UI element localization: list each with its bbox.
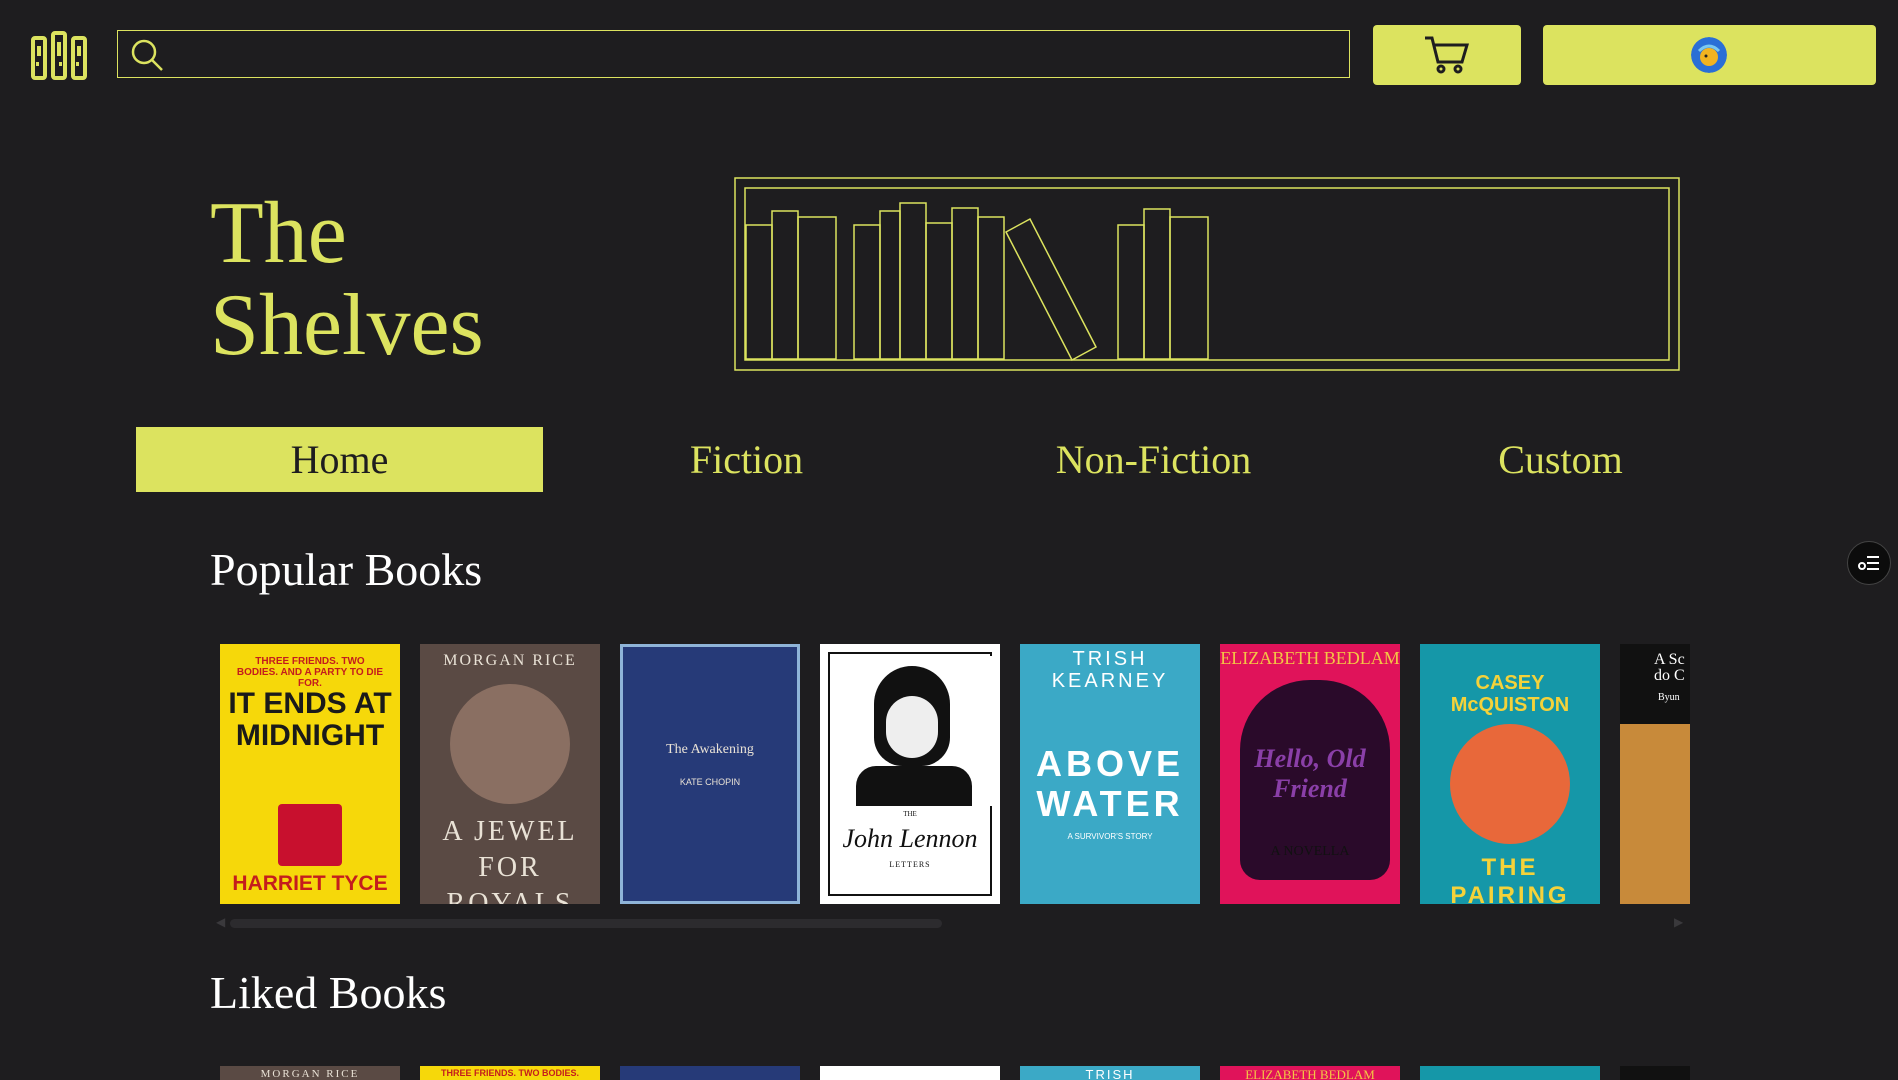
book-card[interactable]: THREE FRIENDS. TWO BODIES. <box>420 1066 600 1080</box>
cart-icon <box>1423 35 1471 75</box>
book-author: HARRIET TYCE <box>232 872 388 895</box>
book-card[interactable]: THREE FRIENDS. TWO BODIES. AND A PARTY T… <box>220 644 400 904</box>
book-card[interactable] <box>620 1066 800 1080</box>
tab-non-fiction[interactable]: Non-Fiction <box>950 427 1357 492</box>
book-card[interactable]: THE John Lennon LETTERS <box>820 644 1000 904</box>
book-author: Byun <box>1658 692 1680 703</box>
search-icon <box>129 37 165 73</box>
popular-books-row[interactable]: THREE FRIENDS. TWO BODIES. AND A PARTY T… <box>220 644 1690 904</box>
book-subtitle: A NOVELLA <box>1270 844 1350 859</box>
book-card[interactable]: ELIZABETH BEDLAM Hello, Old Friend A NOV… <box>1220 644 1400 904</box>
book-title: A JEWEL FOR ROYALS <box>442 816 578 904</box>
book-subtitle: A SURVIVOR'S STORY <box>1067 832 1153 841</box>
list-settings-icon <box>1858 554 1880 572</box>
cover-photo <box>836 656 992 806</box>
book-title: The Awakening <box>666 742 754 757</box>
scroll-left-icon[interactable]: ◀ <box>216 915 225 929</box>
book-author: TRISH KEARNEY <box>1051 648 1169 692</box>
bookshelf-illustration <box>734 177 1680 371</box>
liked-books-heading: Liked Books <box>210 967 447 1018</box>
cover-art <box>1620 724 1690 904</box>
book-card[interactable]: ELIZABETH BEDLAM <box>1220 1066 1400 1080</box>
tab-home[interactable]: Home <box>136 427 543 492</box>
site-title: The Shelves <box>210 185 484 374</box>
book-subtitle: LETTERS <box>889 860 931 869</box>
book-title: IT ENDS AT MIDNIGHT <box>228 687 392 752</box>
avatar <box>1691 37 1727 73</box>
book-card[interactable]: TRISH KEARNEY ABOVE WATER A SURVIVOR'S S… <box>1020 644 1200 904</box>
book-title: THE PAIRING <box>1450 854 1570 904</box>
floating-menu-button[interactable] <box>1847 541 1891 585</box>
profile-button[interactable] <box>1543 25 1876 85</box>
book-title: ABOVE WATER <box>1035 743 1185 824</box>
book-card[interactable]: MORGAN RICE A JEWEL FOR ROYALS <box>420 644 600 904</box>
cart-button[interactable] <box>1373 25 1521 85</box>
book-title: John Lennon <box>842 824 978 853</box>
search-bar[interactable] <box>117 30 1350 78</box>
book-card[interactable]: MORGAN RICE <box>220 1066 400 1080</box>
liked-books-row[interactable]: MORGAN RICE THREE FRIENDS. TWO BODIES. T… <box>220 1066 1690 1080</box>
book-card[interactable] <box>820 1066 1000 1080</box>
book-card[interactable] <box>1420 1066 1600 1080</box>
book-title: Hello, Old Friend <box>1254 744 1366 803</box>
book-tagline: THREE FRIENDS. TWO BODIES. AND A PARTY T… <box>236 656 384 689</box>
book-author: ELIZABETH BEDLAM <box>1220 648 1400 668</box>
book-card[interactable]: The Awakening KATE CHOPIN <box>620 644 800 904</box>
book-card[interactable]: CASEY McQUISTON THE PAIRING <box>1420 644 1600 904</box>
tab-custom[interactable]: Custom <box>1357 427 1764 492</box>
cover-face-image <box>450 684 570 804</box>
scroll-right-icon[interactable]: ▶ <box>1674 915 1683 929</box>
book-author: MORGAN RICE <box>260 1068 360 1080</box>
candle-image <box>278 804 342 866</box>
search-input[interactable] <box>170 35 1344 75</box>
book-prefix: THE <box>903 810 917 818</box>
tab-fiction[interactable]: Fiction <box>543 427 950 492</box>
book-author: KATE CHOPIN <box>679 777 741 787</box>
book-title: A Sc do C <box>1654 651 1685 684</box>
book-card[interactable]: A Sc do C Byun <box>1620 644 1690 904</box>
cover-art <box>1450 724 1570 844</box>
book-author: CASEY McQUISTON <box>1450 672 1570 716</box>
book-card[interactable] <box>1620 1066 1690 1080</box>
book-tagline: THREE FRIENDS. TWO BODIES. <box>440 1068 579 1078</box>
bookshelf-logo-icon[interactable] <box>30 30 88 82</box>
book-author: TRISH <box>1085 1067 1135 1080</box>
popular-books-heading: Popular Books <box>210 544 483 595</box>
book-author: ELIZABETH BEDLAM <box>1245 1067 1375 1080</box>
horizontal-scrollbar[interactable] <box>230 919 942 928</box>
book-author: MORGAN RICE <box>443 652 577 669</box>
book-card[interactable]: TRISH <box>1020 1066 1200 1080</box>
